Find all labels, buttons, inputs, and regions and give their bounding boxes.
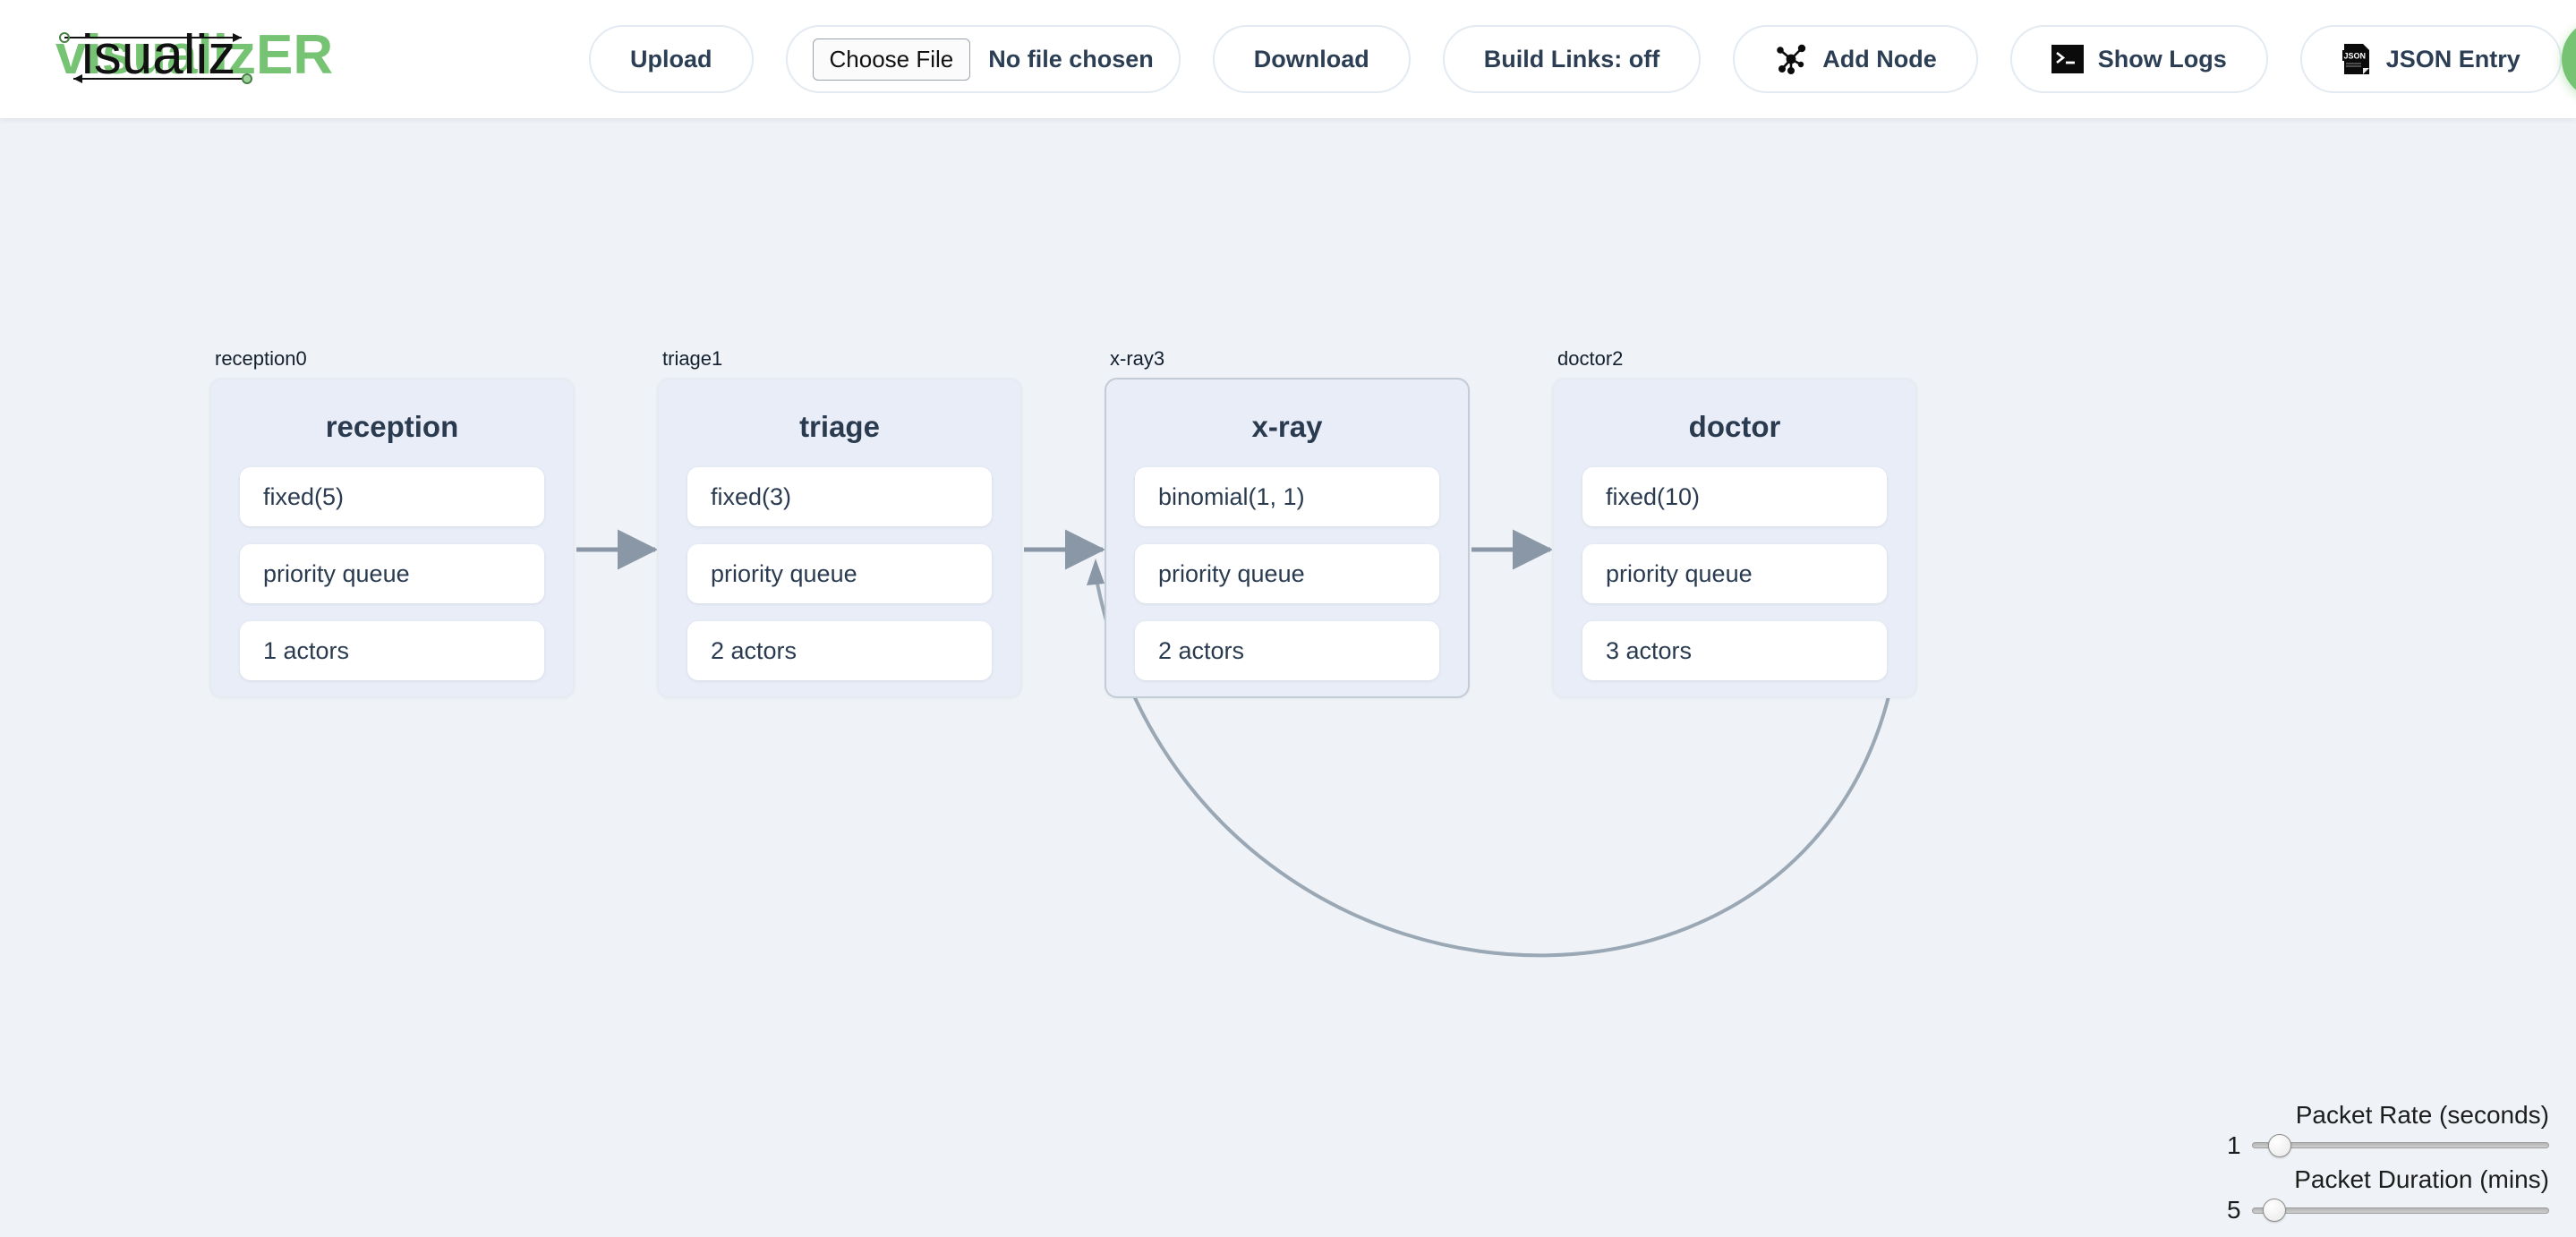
logo-dark-text: isualiz bbox=[81, 24, 235, 86]
packet-duration-slider[interactable] bbox=[2252, 1197, 2549, 1224]
node-actors-field[interactable]: 3 actors bbox=[1582, 621, 1887, 680]
simulation-controls: Packet Rate (seconds) 1 Packet Duration … bbox=[2227, 1101, 2549, 1230]
packet-duration-track bbox=[2252, 1207, 2549, 1214]
node-card[interactable]: x-ray binomial(1, 1) priority queue 2 actor… bbox=[1105, 378, 1470, 698]
node-actors-field[interactable]: 1 actors bbox=[240, 621, 544, 680]
show-logs-label: Show Logs bbox=[2098, 46, 2227, 73]
packet-duration-value: 5 bbox=[2227, 1196, 2247, 1224]
packet-rate-row: 1 bbox=[2227, 1131, 2549, 1160]
node-queue-field[interactable]: priority queue bbox=[1582, 544, 1887, 603]
packet-duration-thumb[interactable] bbox=[2263, 1199, 2286, 1222]
node-title: triage bbox=[687, 410, 992, 444]
node-doctor[interactable]: doctor2doctorfixed(10)priority queue3 ac… bbox=[1552, 378, 1917, 698]
node-distribution-field[interactable]: binomial(1, 1) bbox=[1135, 467, 1439, 526]
toolbar: Upload Choose File No file chosen Downlo… bbox=[589, 25, 2562, 93]
add-node-button[interactable]: Add Node bbox=[1733, 25, 1978, 93]
json-entry-button[interactable]: JSON JSON Entry bbox=[2300, 25, 2562, 93]
node-reception[interactable]: reception0receptionfixed(5)priority queu… bbox=[209, 378, 575, 698]
packet-rate-thumb[interactable] bbox=[2268, 1134, 2291, 1157]
packet-rate-slider[interactable] bbox=[2252, 1132, 2549, 1159]
show-logs-button[interactable]: Show Logs bbox=[2010, 25, 2268, 93]
node-queue-field[interactable]: priority queue bbox=[1135, 544, 1439, 603]
node-id-label: x-ray3 bbox=[1110, 347, 1164, 371]
json-entry-label: JSON Entry bbox=[2386, 46, 2521, 73]
app-logo: visualizER isualiz bbox=[52, 14, 383, 104]
upload-button[interactable]: Upload bbox=[589, 25, 754, 93]
node-distribution-field[interactable]: fixed(5) bbox=[240, 467, 544, 526]
node-title: doctor bbox=[1582, 410, 1887, 444]
node-actors-field[interactable]: 2 actors bbox=[687, 621, 992, 680]
add-node-label: Add Node bbox=[1822, 46, 1937, 73]
app-header: visualizER isualiz Upload Choose File No… bbox=[0, 0, 2576, 118]
packet-rate-value: 1 bbox=[2227, 1131, 2247, 1160]
node-card[interactable]: reception fixed(5) priority queue 1 actors bbox=[209, 378, 575, 698]
download-button-label: Download bbox=[1254, 46, 1369, 73]
node-title: reception bbox=[240, 410, 544, 444]
node-card[interactable]: triage fixed(3) priority queue 2 actors bbox=[657, 378, 1022, 698]
packet-duration-label: Packet Duration (mins) bbox=[2227, 1165, 2549, 1194]
node-id-label: doctor2 bbox=[1557, 347, 1623, 371]
packet-rate-track bbox=[2252, 1142, 2549, 1148]
graph-canvas[interactable]: reception0 reception fixed(5) priority queu… bbox=[0, 118, 2576, 1237]
file-picker[interactable]: Choose File No file chosen bbox=[786, 25, 1181, 93]
node-actors-field[interactable]: 2 actors bbox=[1135, 621, 1439, 680]
build-links-label: Build Links: off bbox=[1484, 46, 1659, 73]
choose-file-button[interactable]: Choose File bbox=[813, 38, 971, 81]
svg-text:JSON: JSON bbox=[2343, 52, 2366, 61]
node-distribution-field[interactable]: fixed(3) bbox=[687, 467, 992, 526]
download-button[interactable]: Download bbox=[1213, 25, 1411, 93]
node-x-ray[interactable]: x-ray3x-raybinomial(1, 1)priority queue2… bbox=[1105, 378, 1470, 698]
terminal-icon bbox=[2051, 45, 2084, 73]
node-title: x-ray bbox=[1135, 410, 1439, 444]
node-id-label: reception0 bbox=[215, 347, 307, 371]
upload-button-label: Upload bbox=[630, 46, 712, 73]
node-distribution-field[interactable]: fixed(10) bbox=[1582, 467, 1887, 526]
node-triage[interactable]: triage1triagefixed(3)priority queue2 act… bbox=[657, 378, 1022, 698]
build-links-toggle[interactable]: Build Links: off bbox=[1443, 25, 1701, 93]
network-node-icon bbox=[1774, 42, 1808, 76]
file-status-label: No file chosen bbox=[988, 46, 1154, 73]
json-file-icon: JSON bbox=[2341, 42, 2372, 76]
packet-duration-row: 5 bbox=[2227, 1196, 2549, 1224]
node-queue-field[interactable]: priority queue bbox=[687, 544, 992, 603]
node-id-label: triage1 bbox=[662, 347, 722, 371]
node-queue-field[interactable]: priority queue bbox=[240, 544, 544, 603]
packet-rate-label: Packet Rate (seconds) bbox=[2227, 1101, 2549, 1130]
run-button[interactable]: Run bbox=[2562, 19, 2576, 99]
node-card[interactable]: doctor fixed(10) priority queue 3 actors bbox=[1552, 378, 1917, 698]
